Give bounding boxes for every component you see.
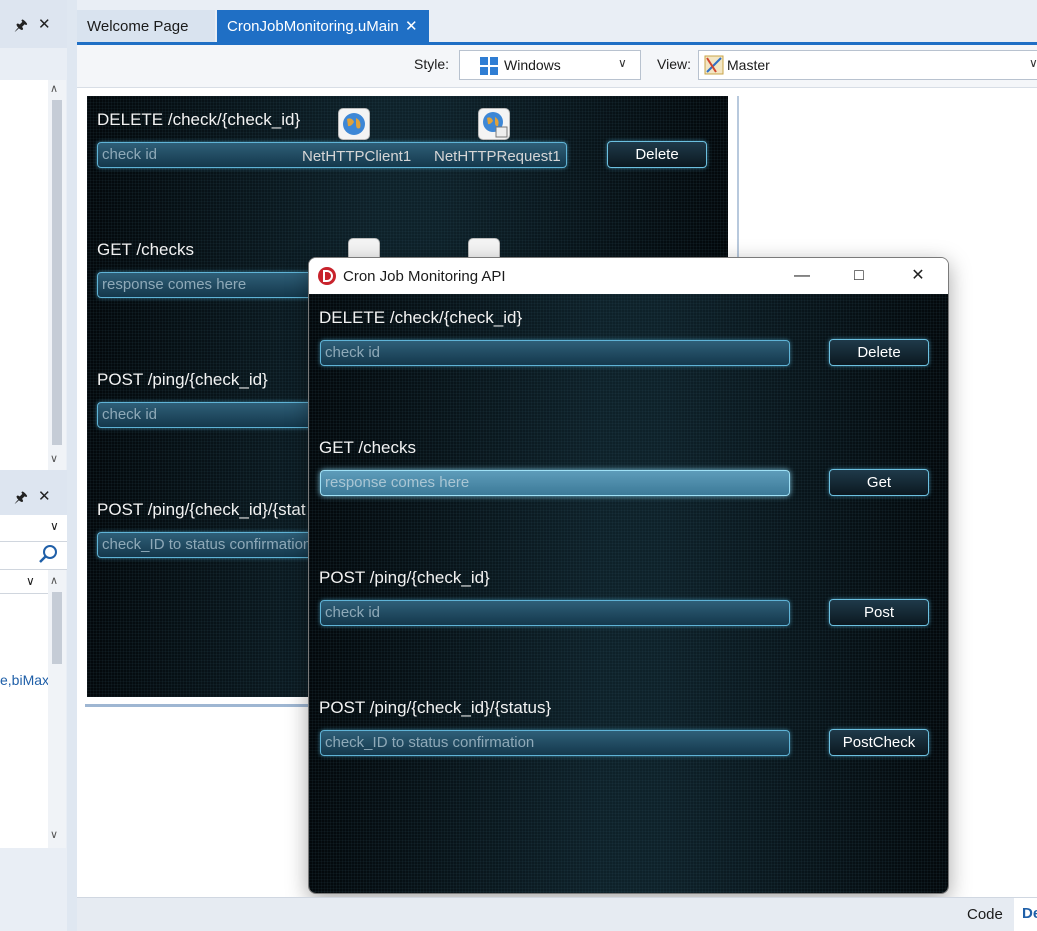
postcheck-button[interactable]: PostCheck [829,729,929,756]
scroll-down-icon[interactable]: ∨ [50,828,58,841]
pin-icon[interactable]: 🖈 [14,18,28,34]
nethttpclient-caption: NetHTTPClient1 [302,148,412,165]
globe-icon [343,113,365,135]
structure-panel-content [0,80,48,470]
post-ping-heading: POST /ping/{check_id} [319,568,490,587]
post-status-heading: POST /ping/{check_id}/{status} [319,698,552,717]
nethttprequest-component[interactable] [478,108,510,140]
chevron-down-icon[interactable]: ∨ [618,56,627,70]
button-label: Get [866,474,892,491]
view-label: View: [657,56,691,72]
chevron-down-icon[interactable]: ∨ [50,519,59,533]
button-label: Post [863,604,894,621]
scroll-up-icon[interactable]: ∧ [50,82,58,95]
style-select[interactable]: Windows ∨ [459,50,641,80]
designer-toolbar: Style: Windows ∨ View: Master ∨ [77,45,1037,88]
close-icon[interactable]: ✕ [38,17,51,33]
button-label: Delete [635,146,679,163]
structure-scrollbar[interactable]: ∧ ∨ [48,80,66,470]
app-window[interactable]: Cron Job Monitoring API — □ ✕ DELETE /ch… [308,257,949,894]
globe-request-icon [483,112,508,138]
structure-panel-header: 🖈 ✕ [0,0,67,48]
style-label: Style: [414,56,450,72]
windows-icon [480,57,498,75]
input-placeholder: check_ID to status confirmation [102,536,312,553]
tab-design[interactable]: De [1014,898,1037,931]
scroll-down-icon[interactable]: ∨ [50,452,58,465]
view-select[interactable]: Master ∨ [698,50,1037,80]
input-placeholder: response comes here [325,474,470,491]
delphi-logo-icon [318,267,336,285]
pin-icon[interactable]: 🖈 [14,490,28,506]
maximize-icon[interactable]: □ [844,264,874,288]
chevron-down-icon[interactable]: ∨ [26,574,35,588]
object-selector[interactable]: ∨ [0,515,67,542]
input-placeholder: check id [102,406,158,423]
app-client-area: DELETE /check/{check_id} check id Delete… [309,294,948,893]
inspector-properties: e,biMax [0,594,49,848]
get-response-input[interactable]: response comes here [320,470,790,496]
close-icon[interactable]: ✕ [405,10,418,44]
get-heading: GET /checks [97,240,194,259]
post-button[interactable]: Post [829,599,929,626]
status-confirmation-input[interactable]: check_ID to status confirmation [320,730,790,756]
tab-label: CronJobMonitoring.uMain [227,18,399,35]
delete-check-id-input[interactable]: check id [320,340,790,366]
close-icon[interactable]: ✕ [903,264,933,288]
button-label: Delete [857,344,901,361]
scroll-thumb[interactable] [52,100,62,445]
tab-welcome-page[interactable]: Welcome Page [77,10,215,44]
input-placeholder: check id [325,344,381,361]
input-placeholder: check_ID to status confirmation [325,734,535,751]
inspector-category-select[interactable]: ∨ [0,570,48,594]
input-placeholder: check id [102,146,158,163]
scroll-thumb[interactable] [52,592,62,664]
delete-heading: DELETE /check/{check_id} [319,308,523,327]
get-button[interactable]: Get [829,469,929,496]
tab-cronjobmonitoring[interactable]: CronJobMonitoring.uMain ✕ [217,10,429,44]
tab-label: Welcome Page [87,18,189,35]
minimize-icon[interactable]: — [787,264,817,288]
editor-tabs: Welcome Page CronJobMonitoring.uMain ✕ [77,8,1037,44]
editor-bottom-tabs: Code De [77,897,1037,931]
nethttprequest-caption: NetHTTPRequest1 [434,148,561,165]
view-value: Master [727,57,770,73]
input-placeholder: check id [325,604,381,621]
inspector-scrollbar[interactable]: ∧ ∨ [48,570,66,848]
post-status-heading: POST /ping/{check_id}/{stat [97,500,306,519]
input-placeholder: response comes here [102,276,247,293]
close-icon[interactable]: ✕ [38,489,51,505]
delete-button[interactable]: Delete [829,339,929,366]
chevron-down-icon[interactable]: ∨ [1029,56,1037,70]
delete-button[interactable]: Delete [607,141,707,168]
panel-splitter[interactable] [67,0,77,931]
search-icon[interactable] [38,543,60,565]
master-view-icon [704,55,724,75]
nethttpclient-component[interactable] [338,108,370,140]
delete-heading: DELETE /check/{check_id} [97,110,301,129]
window-title: Cron Job Monitoring API [343,268,506,285]
window-titlebar[interactable]: Cron Job Monitoring API — □ ✕ [309,258,948,294]
style-value: Windows [504,57,561,73]
scroll-up-icon[interactable]: ∧ [50,574,58,587]
post-ping-heading: POST /ping/{check_id} [97,370,268,389]
button-label: PostCheck [842,734,916,751]
tab-code[interactable]: Code [967,906,1003,923]
post-check-id-input[interactable]: check id [320,600,790,626]
get-heading: GET /checks [319,438,416,457]
property-value[interactable]: e,biMax [0,672,49,688]
object-inspector-header: 🖈 ✕ [0,470,67,515]
